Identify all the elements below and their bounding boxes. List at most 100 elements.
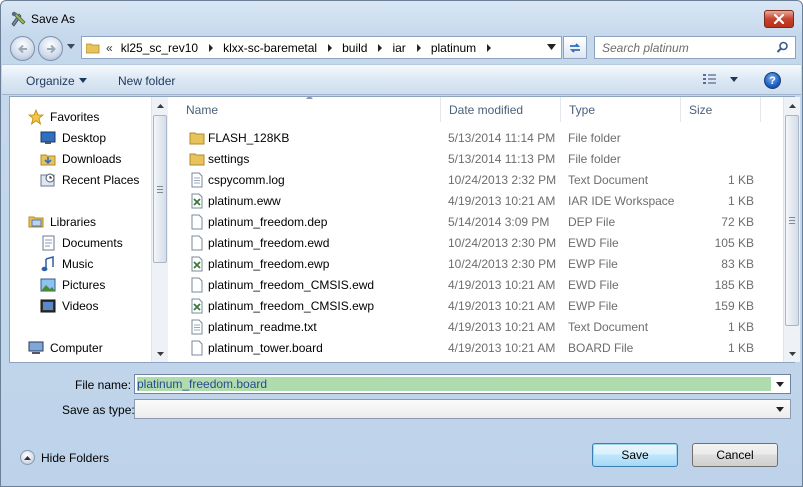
search-box[interactable] — [594, 36, 796, 59]
file-type: File folder — [568, 131, 621, 145]
breadcrumb-label[interactable]: build — [342, 41, 367, 55]
recent-locations-dropdown-icon[interactable] — [67, 44, 75, 49]
scroll-down-button[interactable] — [784, 345, 800, 362]
save-as-type-select[interactable] — [134, 399, 791, 419]
breadcrumb-item[interactable]: build — [334, 41, 384, 55]
save-as-app-icon — [11, 11, 26, 27]
chevron-up-icon — [20, 450, 35, 465]
nav-item-documents[interactable]: Documents — [40, 234, 123, 252]
file-row[interactable]: platinum_freedom_CMSIS.ewd 4/19/2013 10:… — [178, 275, 778, 296]
save-button[interactable]: Save — [592, 443, 678, 467]
nav-item-libraries[interactable]: Libraries — [28, 213, 96, 231]
scroll-up-button[interactable] — [152, 97, 168, 114]
file-type: EWD File — [568, 278, 619, 292]
file-date: 5/13/2014 11:13 PM — [448, 152, 556, 166]
chevron-right-icon[interactable] — [376, 43, 384, 52]
file-size: 105 KB — [714, 236, 754, 250]
column-header-label: Type — [569, 103, 596, 117]
chevron-up-icon — [788, 103, 796, 108]
hide-folders-toggle[interactable]: Hide Folders — [20, 450, 109, 465]
file-row[interactable]: platinum_readme.txt 4/19/2013 10:21 AM T… — [178, 317, 778, 338]
file-row[interactable]: platinum_freedom.ewp 10/24/2013 2:30 PM … — [178, 254, 778, 275]
file-list-scrollbar[interactable] — [783, 97, 800, 362]
breadcrumb-item[interactable]: platinum — [423, 41, 493, 55]
chevron-right-icon[interactable] — [485, 43, 493, 52]
file-row[interactable]: settings 5/13/2014 11:13 PM File folder — [178, 149, 778, 170]
view-dropdown-icon[interactable] — [730, 76, 738, 82]
breadcrumb-label[interactable]: kl25_sc_rev10 — [121, 41, 198, 55]
forward-button[interactable] — [38, 36, 63, 61]
folder-icon — [189, 153, 205, 166]
blank-file-icon — [191, 214, 203, 230]
cancel-button[interactable]: Cancel — [692, 443, 778, 467]
nav-item-music[interactable]: Music — [40, 255, 93, 273]
nav-item-computer[interactable]: Computer — [28, 339, 103, 357]
scroll-up-button[interactable] — [784, 97, 800, 114]
address-dropdown-icon[interactable] — [547, 44, 556, 50]
blank-file-icon — [191, 235, 203, 251]
breadcrumb-item[interactable]: iar — [384, 41, 422, 55]
new-folder-button[interactable]: New folder — [118, 74, 175, 88]
chevron-down-icon[interactable] — [79, 78, 87, 83]
breadcrumb-label[interactable]: platinum — [431, 41, 476, 55]
chevron-right-icon[interactable] — [415, 43, 423, 52]
file-row[interactable]: platinum_freedom.dep 5/14/2014 3:09 PM D… — [178, 212, 778, 233]
column-header-date-modified[interactable]: Date modified — [441, 97, 561, 122]
chevron-down-icon[interactable] — [776, 407, 784, 412]
file-row[interactable]: platinum.eww 4/19/2013 10:21 AM IAR IDE … — [178, 191, 778, 212]
file-row[interactable]: platinum_freedom_CMSIS.ewp 4/19/2013 10:… — [178, 296, 778, 317]
column-header-size[interactable]: Size — [681, 97, 761, 122]
file-name: platinum_freedom.dep — [208, 215, 328, 229]
nav-label: Pictures — [62, 278, 106, 292]
nav-item-desktop[interactable]: Desktop — [40, 129, 106, 147]
search-input[interactable] — [595, 37, 771, 58]
scroll-down-button[interactable] — [152, 345, 168, 362]
breadcrumb-item[interactable]: kl25_sc_rev10 — [113, 41, 215, 55]
navigation-pane: Favorites Desktop Downloads Recent Place… — [10, 97, 168, 362]
breadcrumb-label[interactable]: klxx-sc-baremetal — [223, 41, 317, 55]
file-size: 159 KB — [714, 299, 754, 313]
chevron-right-icon[interactable] — [207, 43, 215, 52]
refresh-button[interactable] — [563, 36, 587, 59]
nav-item-downloads[interactable]: Downloads — [40, 150, 121, 168]
file-date: 4/19/2013 10:21 AM — [448, 341, 556, 355]
organize-menu[interactable]: Organize — [26, 74, 75, 88]
nav-item-videos[interactable]: Videos — [40, 297, 98, 315]
file-type: DEP File — [568, 215, 616, 229]
libraries-icon — [28, 216, 44, 228]
file-name: platinum_readme.txt — [208, 320, 317, 334]
file-row[interactable]: FLASH_128KB 5/13/2014 11:14 PM File fold… — [178, 128, 778, 149]
close-button[interactable] — [764, 10, 794, 28]
nav-item-pictures[interactable]: Pictures — [40, 276, 105, 294]
address-overflow[interactable]: « — [106, 41, 113, 55]
chevron-down-icon[interactable] — [776, 382, 784, 387]
address-bar[interactable]: « kl25_sc_rev10 klxx-sc-baremetal build … — [81, 36, 562, 59]
iar-file-icon — [191, 256, 203, 272]
file-size: 1 KB — [727, 173, 754, 187]
file-name-input[interactable] — [137, 377, 771, 391]
file-row[interactable]: platinum_freedom.ewd 10/24/2013 2:30 PM … — [178, 233, 778, 254]
file-size: 83 KB — [721, 257, 754, 271]
change-view-button[interactable] — [702, 73, 738, 85]
scroll-thumb[interactable] — [153, 115, 167, 263]
nav-item-favorites[interactable]: Favorites — [28, 108, 99, 126]
help-button[interactable]: ? — [764, 72, 781, 89]
chevron-right-icon[interactable] — [326, 43, 334, 52]
breadcrumb-item[interactable]: klxx-sc-baremetal — [215, 41, 334, 55]
back-button[interactable] — [10, 36, 35, 61]
column-header-name[interactable]: Name — [178, 97, 441, 122]
search-icon[interactable] — [776, 41, 789, 54]
file-name-combobox[interactable] — [134, 374, 791, 394]
column-header-type[interactable]: Type — [561, 97, 681, 122]
iar-file-icon — [191, 298, 203, 314]
navigation-scrollbar[interactable] — [151, 97, 168, 362]
scroll-thumb[interactable] — [785, 115, 799, 326]
nav-item-recent-places[interactable]: Recent Places — [40, 171, 139, 189]
window-title: Save As — [31, 12, 76, 26]
file-name: FLASH_128KB — [208, 131, 290, 145]
breadcrumb-label[interactable]: iar — [392, 41, 405, 55]
arrow-left-icon — [17, 44, 27, 53]
file-row[interactable]: platinum_tower.board 4/19/2013 10:21 AM … — [178, 338, 778, 359]
file-type: Text Document — [568, 173, 649, 187]
file-row[interactable]: cspycomm.log 10/24/2013 2:32 PM Text Doc… — [178, 170, 778, 191]
